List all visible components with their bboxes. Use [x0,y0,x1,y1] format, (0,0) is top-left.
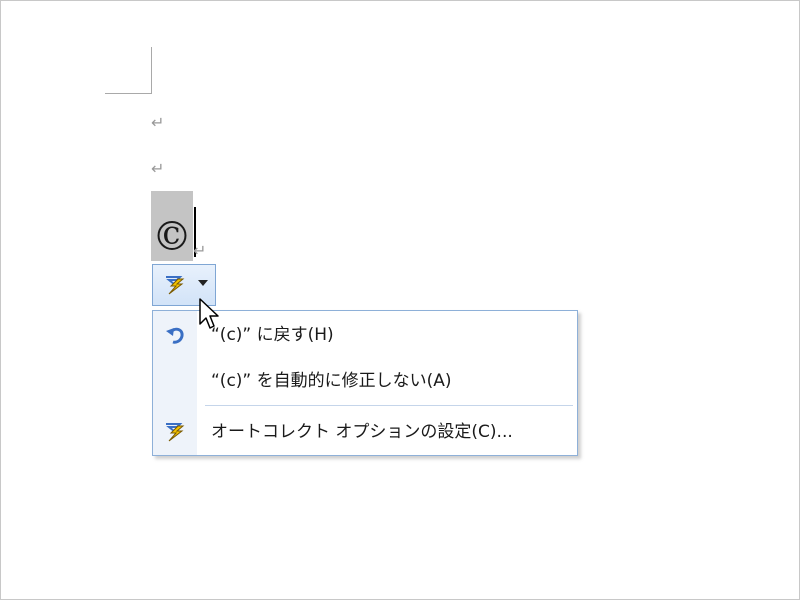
autocorrect-lightning-icon [163,273,189,297]
mouse-pointer-icon [198,297,222,333]
menu-item-label: オートコレクト オプションの設定(C)... [211,422,513,442]
paragraph-mark: ↵ [151,159,165,178]
menu-item-autocorrect-settings[interactable]: オートコレクト オプションの設定(C)... [153,414,577,450]
chevron-down-icon[interactable] [198,280,208,286]
autocorrect-lightning-icon [163,420,189,444]
menu-separator [205,405,573,406]
margin-corner-vertical [151,47,152,94]
paragraph-mark: ↵ [151,113,165,132]
copyright-symbol[interactable]: © [151,213,193,261]
menu-item-stop-autocorrect[interactable]: “(c)” を自動的に修正しない(A) [153,363,577,399]
undo-arrow-icon [163,323,189,347]
menu-item-label: “(c)” を自動的に修正しない(A) [211,371,452,391]
menu-item-label: “(c)” に戻す(H) [211,325,334,345]
document-page[interactable]: ↵ ↵ © ↵ “(c)” に戻す(H) “(c)” を自動的に修正しない(A) [0,0,800,600]
paragraph-mark: ↵ [193,241,207,260]
margin-corner-horizontal [105,93,152,94]
